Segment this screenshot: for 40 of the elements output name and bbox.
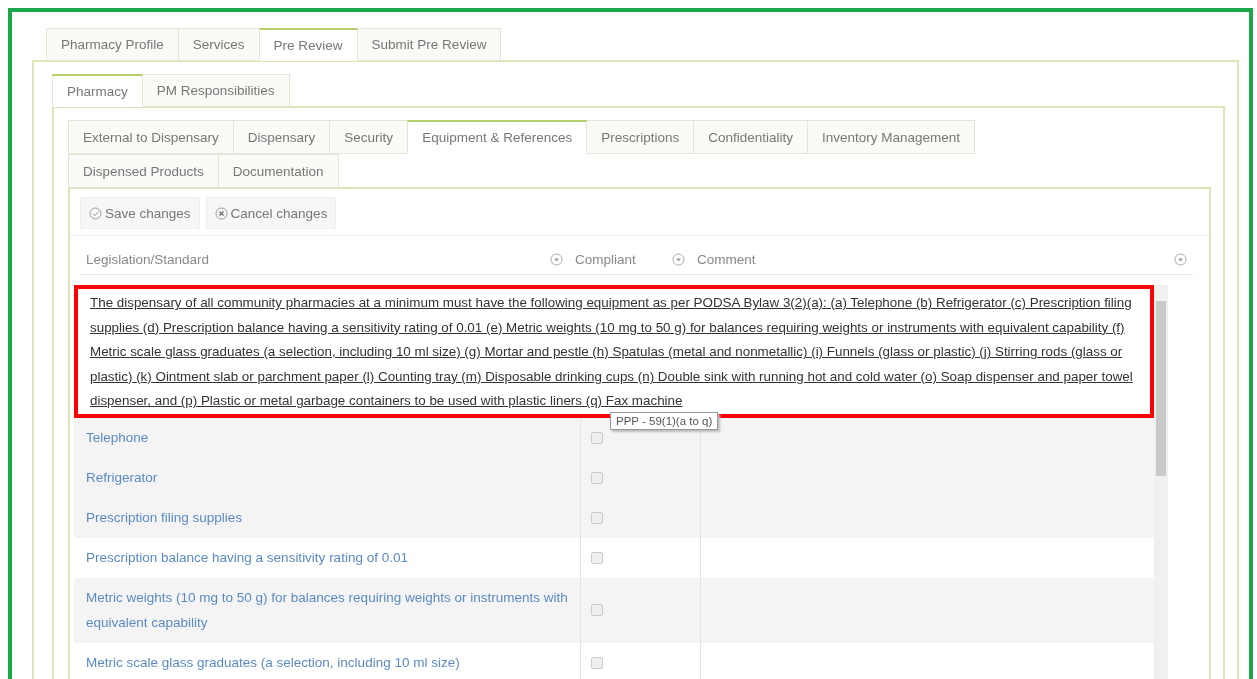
close-icon (214, 206, 228, 220)
tab[interactable]: Pre Review (258, 28, 358, 61)
requirement-text: The dispensary of all community pharmacies at a minimum must have the following equipment as per PODSA Bylaw 3(2)(a): (a) Telephone (b) Refrigerator (c) Prescription filing supplies (d) Prescription balance having a sensitivity rating of 0.01 (e) Metric weights (10 mg to 50 g) for balances requiring weights or instruments with equivalent capability (f) Metric scale glass graduates (a selection, including 10 ml size) (g) Mortar and pestle (h) Spatulas (metal and nonmetallic) (i) Funnels (glass or plastic) (j) Stirring rods (glass or plastic) (k) Ointment slab or parchment paper (l) Counting tray (m) Disposable drinking cups (n) Double sink with running hot and cold water (o) Soap dispenser and paper towel dispenser, and (p) Plastic or metal garbage containers to be used with plastic liners (q) Fax machine (90, 294, 1134, 411)
cancel-button[interactable]: Cancel changes (205, 197, 337, 229)
checkbox[interactable] (591, 551, 603, 564)
table-cell-text: Metric scale glass graduates (a selection, including 10 ml size) (85, 653, 461, 672)
tab[interactable]: Confidentiality (693, 120, 809, 154)
tab[interactable]: Pharmacy (52, 74, 143, 107)
checkbox[interactable] (591, 604, 603, 617)
tab[interactable]: Prescriptions (586, 120, 695, 154)
checkbox[interactable] (591, 511, 603, 524)
tab[interactable]: PM Responsibilities (141, 74, 290, 107)
tab[interactable]: Dispensary (232, 120, 331, 154)
tab[interactable]: Submit Pre Review (356, 28, 502, 61)
checkbox[interactable] (591, 431, 603, 444)
column-header[interactable]: Compliant (575, 251, 636, 267)
save-button[interactable]: Save changes (80, 197, 200, 229)
checkbox[interactable] (591, 656, 603, 669)
column-header[interactable]: Comment (697, 251, 756, 267)
tab[interactable]: Documentation (217, 154, 339, 188)
sort-icon[interactable] (672, 252, 685, 266)
sort-icon[interactable] (550, 252, 563, 266)
tab[interactable]: External to Dispensary (68, 120, 234, 154)
scrollbar-thumb[interactable] (1156, 301, 1166, 476)
table-cell-text: Refrigerator (85, 468, 159, 487)
table-cell-text: Prescription balance having a sensitivity rating of 0.01 (85, 548, 409, 567)
checkbox[interactable] (591, 471, 603, 484)
tab[interactable]: Pharmacy Profile (46, 28, 179, 61)
table-cell-text: Prescription filing supplies (85, 508, 244, 527)
tab[interactable]: Equipment & References (407, 120, 588, 154)
tab[interactable]: Security (329, 120, 409, 154)
tab[interactable]: Inventory Management (807, 120, 976, 154)
tab[interactable]: Services (177, 28, 260, 61)
tab[interactable]: Dispensed Products (68, 154, 219, 188)
table-cell-text: Telephone (85, 428, 150, 447)
scrollbar[interactable] (1154, 285, 1168, 679)
sort-icon[interactable] (1174, 252, 1187, 266)
table-cell-text: Metric weights (10 mg to 50 g) for balances requiring weights or instruments with equivalent capability (85, 588, 569, 632)
check-icon (89, 206, 102, 220)
column-header[interactable]: Legislation/Standard (86, 251, 210, 267)
